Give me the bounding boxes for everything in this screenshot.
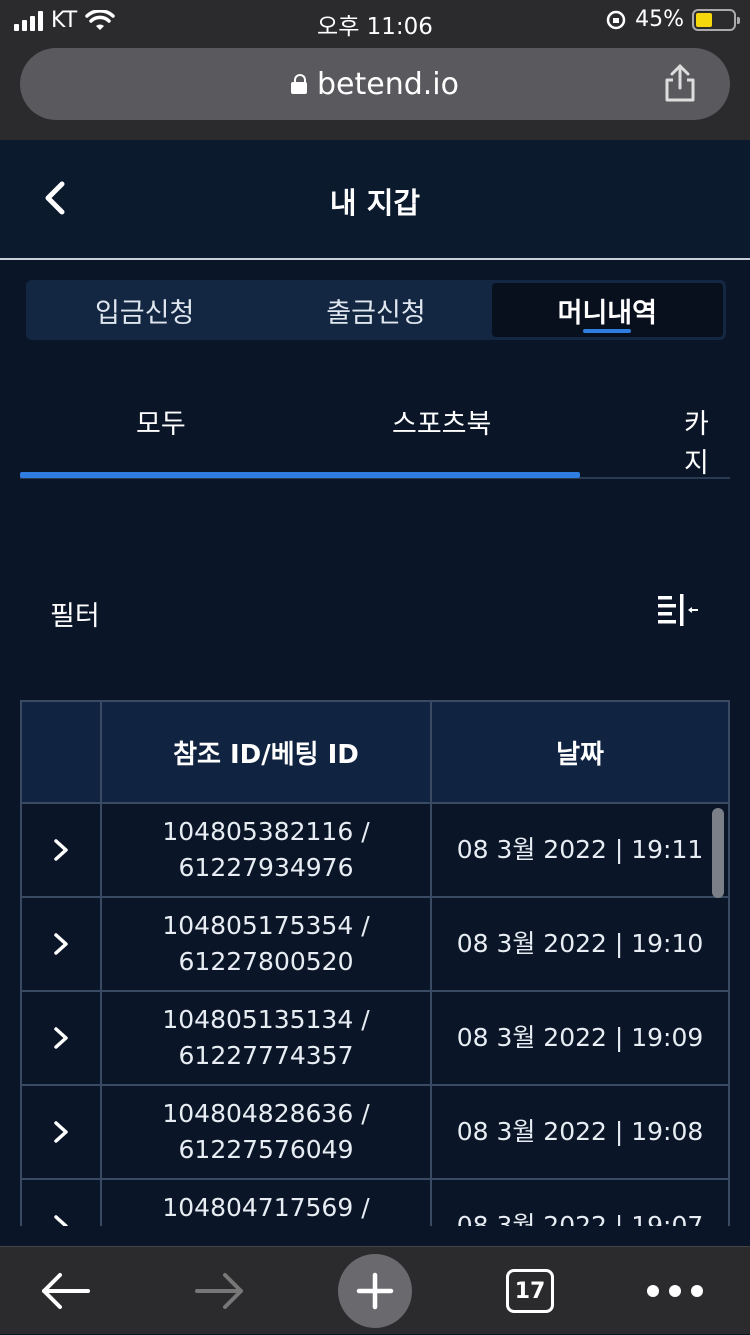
chevron-right-icon[interactable]	[50, 931, 72, 957]
filter-label: 필터	[50, 601, 100, 632]
tab-active-indicator	[20, 472, 580, 478]
address-bar[interactable]: betend.io	[20, 48, 730, 120]
more-menu-button[interactable]	[630, 1247, 720, 1335]
table-row[interactable]: 104805135134 / 61227774357 08 3월 2022 | 1…	[22, 990, 728, 1084]
page-title: 내 지갑	[329, 186, 421, 220]
plus-icon	[356, 1272, 394, 1310]
table-scrollbar[interactable]	[712, 808, 724, 898]
chevron-right-icon[interactable]	[50, 1213, 72, 1226]
bet-id: 61227934976	[178, 853, 354, 882]
category-tabs: 모두 스포츠북 카지	[20, 380, 730, 480]
header-expand-column	[22, 702, 102, 802]
table-row[interactable]: 104804828636 / 61227576049 08 3월 2022 | 1…	[22, 1084, 728, 1178]
bet-id: 61227774357	[178, 1041, 354, 1070]
browser-back-button[interactable]	[20, 1247, 110, 1335]
ref-id: 104805175354 /	[162, 911, 370, 940]
history-table: 참조 ID/베팅 ID 날짜 104805382116 / 61227934976…	[20, 700, 730, 1226]
header-ref-bet-id: 참조 ID/베팅 ID	[102, 702, 432, 802]
table-header: 참조 ID/베팅 ID 날짜	[22, 702, 728, 802]
segment-money-history[interactable]: 머니내역	[491, 283, 723, 337]
header-date: 날짜	[556, 739, 604, 770]
filter-toggle-icon[interactable]	[656, 592, 700, 628]
row-date: 08 3월 2022 | 19:10	[456, 929, 704, 958]
bet-id: 61227576049	[178, 1135, 354, 1164]
tab-sportsbook[interactable]: 스포츠북	[392, 402, 491, 441]
row-date: 08 3월 2022 | 19:11	[456, 835, 704, 864]
status-bar: KT 오후 11:06 45%	[0, 0, 750, 42]
battery-icon	[692, 8, 740, 31]
arrow-left-icon	[42, 1273, 90, 1309]
page-header: 내 지갑	[0, 140, 750, 260]
browser-forward-button[interactable]	[175, 1247, 265, 1335]
segment-withdraw-request[interactable]: 출금신청	[260, 283, 491, 337]
battery-percent: 45%	[635, 7, 684, 32]
lock-icon	[290, 74, 307, 94]
battery-level	[696, 12, 713, 27]
tabs-count: 17	[506, 1269, 554, 1313]
row-date: 08 3월 2022 | 19:07	[456, 1211, 704, 1226]
bet-id: 61227800520	[178, 947, 354, 976]
table-row[interactable]: 104804717569 /61227500000 08 3월 2022 | 1…	[22, 1178, 728, 1226]
table-row[interactable]: 104805382116 / 61227934976 08 3월 2022 | 1…	[22, 802, 728, 896]
table-row[interactable]: 104805175354 / 61227800520 08 3월 2022 | 1…	[22, 896, 728, 990]
segment-deposit-request[interactable]: 입금신청	[29, 283, 260, 337]
row-date: 08 3월 2022 | 19:09	[456, 1023, 704, 1052]
row-date: 08 3월 2022 | 19:08	[456, 1117, 704, 1146]
wallet-segmented-control: 입금신청 출금신청 머니내역	[26, 280, 726, 340]
url-text: betend.io	[316, 66, 459, 102]
browser-toolbar: 17	[0, 1246, 750, 1334]
browser-top-chrome: KT 오후 11:06 45% betend.io	[0, 0, 750, 140]
more-dots-icon	[647, 1285, 703, 1297]
ref-id: 104804717569 /	[162, 1193, 370, 1222]
chevron-right-icon[interactable]	[50, 837, 72, 863]
arrow-right-icon	[195, 1273, 243, 1309]
tab-casino[interactable]: 카지	[684, 402, 730, 480]
tab-all[interactable]: 모두	[136, 402, 186, 441]
chevron-right-icon[interactable]	[50, 1025, 72, 1051]
ref-id: 104804828636 /	[162, 1099, 370, 1128]
tabs-button[interactable]: 17	[500, 1247, 560, 1335]
table-body: 104805382116 / 61227934976 08 3월 2022 | 1…	[22, 802, 728, 1226]
new-tab-button[interactable]	[338, 1247, 412, 1335]
orientation-lock-icon	[606, 10, 626, 29]
ref-id: 104805382116 /	[162, 817, 370, 846]
ref-id: 104805135134 /	[162, 1005, 370, 1034]
chevron-right-icon[interactable]	[50, 1119, 72, 1145]
share-icon[interactable]	[660, 62, 700, 104]
